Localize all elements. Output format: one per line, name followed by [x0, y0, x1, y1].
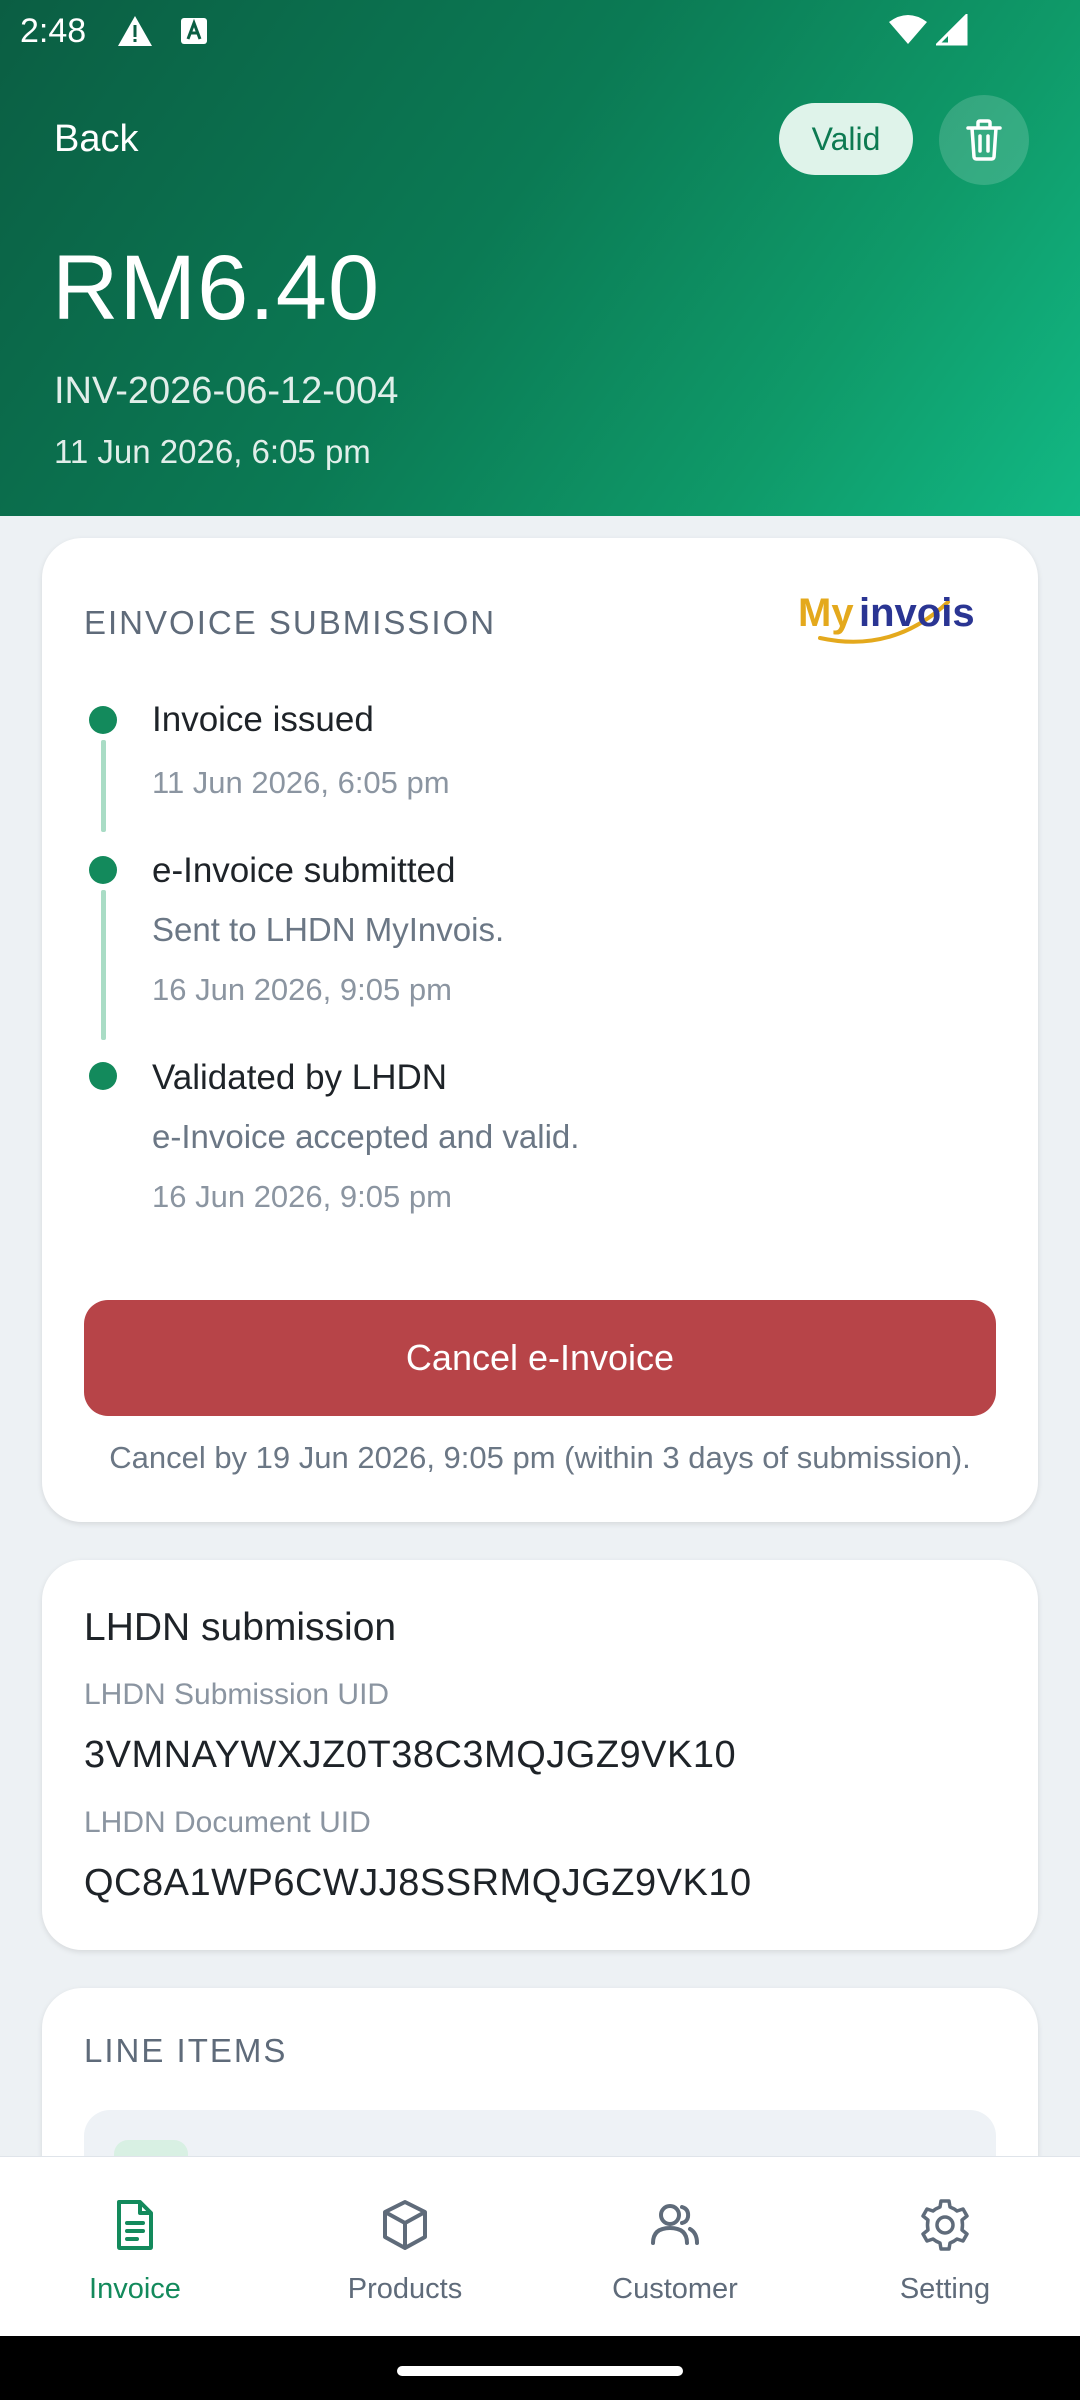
svg-text:invois: invois [859, 591, 975, 635]
timeline-step-time: 16 Jun 2026, 9:05 pm [152, 972, 452, 1007]
submission-uid-label: LHDN Submission UID [84, 1678, 390, 1711]
signal-icon [934, 12, 968, 51]
nav-item-customer[interactable]: Customer [540, 2157, 810, 2337]
invoice-amount: RM6.40 [52, 237, 381, 339]
status-bar: 2:48 [0, 0, 1080, 64]
back-button[interactable]: Back [54, 118, 138, 161]
trash-icon [966, 119, 1002, 161]
document-uid-label: LHDN Document UID [84, 1806, 371, 1839]
timeline-dot [89, 856, 117, 884]
nav-item-setting[interactable]: Setting [810, 2157, 1080, 2337]
timeline-step-time: 16 Jun 2026, 9:05 pm [152, 1179, 452, 1214]
wifi-icon [888, 14, 928, 51]
myinvois-logo: My invois [798, 591, 975, 644]
submission-uid-value: 3VMNAYWXJZ0T38C3MQJGZ9VK10 [84, 1734, 737, 1776]
nav-label: Products [347, 2273, 463, 2305]
einvoice-submission-card: EINVOICE SUBMISSION My invois Invoice is… [42, 538, 1038, 1522]
gear-icon [921, 2199, 969, 2251]
delete-button[interactable] [939, 95, 1029, 185]
nav-label: Invoice [89, 2273, 181, 2305]
nav-item-products[interactable]: Products [270, 2157, 540, 2337]
timeline-step-description: e-Invoice accepted and valid. [152, 1118, 580, 1155]
invoice-header: 2:48 Back Valid RM6.40 INV-2026-06-12-00… [0, 0, 1080, 516]
invoice-number: INV-2026-06-12-004 [54, 370, 399, 412]
lhdn-heading: LHDN submission [84, 1606, 397, 1649]
timeline-step-title: e-Invoice submitted [152, 851, 456, 890]
timeline-step-description: Sent to LHDN MyInvois. [152, 911, 505, 948]
invoice-datetime: 11 Jun 2026, 6:05 pm [54, 433, 371, 470]
timeline-connector [101, 890, 106, 1040]
document-uid-value: QC8A1WP6CWJJ8SSRMQJGZ9VK10 [84, 1862, 752, 1904]
timeline-step-time: 11 Jun 2026, 6:05 pm [152, 765, 450, 800]
home-gesture-bar[interactable] [397, 2366, 683, 2376]
status-badge: Valid [779, 103, 913, 175]
section-title-einvoice-submission: EINVOICE SUBMISSION [84, 604, 497, 641]
section-title-line-items: LINE ITEMS [84, 2032, 288, 2069]
nav-label: Setting [899, 2273, 991, 2305]
timeline-connector [101, 740, 106, 832]
box-icon [383, 2200, 427, 2250]
nav-item-invoice[interactable]: Invoice [0, 2157, 270, 2337]
warning-icon [116, 14, 154, 53]
status-time: 2:48 [20, 12, 87, 50]
nav-label: Customer [612, 2273, 738, 2305]
lhdn-submission-card: LHDN submission LHDN Submission UID 3VMN… [42, 1560, 1038, 1950]
timeline-dot [89, 706, 117, 734]
timeline-step-title: Validated by LHDN [152, 1058, 448, 1097]
timeline-dot [89, 1062, 117, 1090]
system-gesture-area [0, 2336, 1080, 2400]
svg-text:My: My [798, 591, 854, 635]
cancel-einvoice-button[interactable]: Cancel e-Invoice [84, 1300, 996, 1416]
keyboard-a-icon [180, 17, 208, 50]
document-icon [117, 2200, 153, 2250]
cancel-deadline-note: Cancel by 19 Jun 2026, 9:05 pm (within 3… [109, 1440, 971, 1475]
users-icon [651, 2204, 699, 2245]
timeline-step-title: Invoice issued [152, 700, 374, 739]
bottom-navigation: Invoice Products Customer Setting [0, 2156, 1080, 2336]
